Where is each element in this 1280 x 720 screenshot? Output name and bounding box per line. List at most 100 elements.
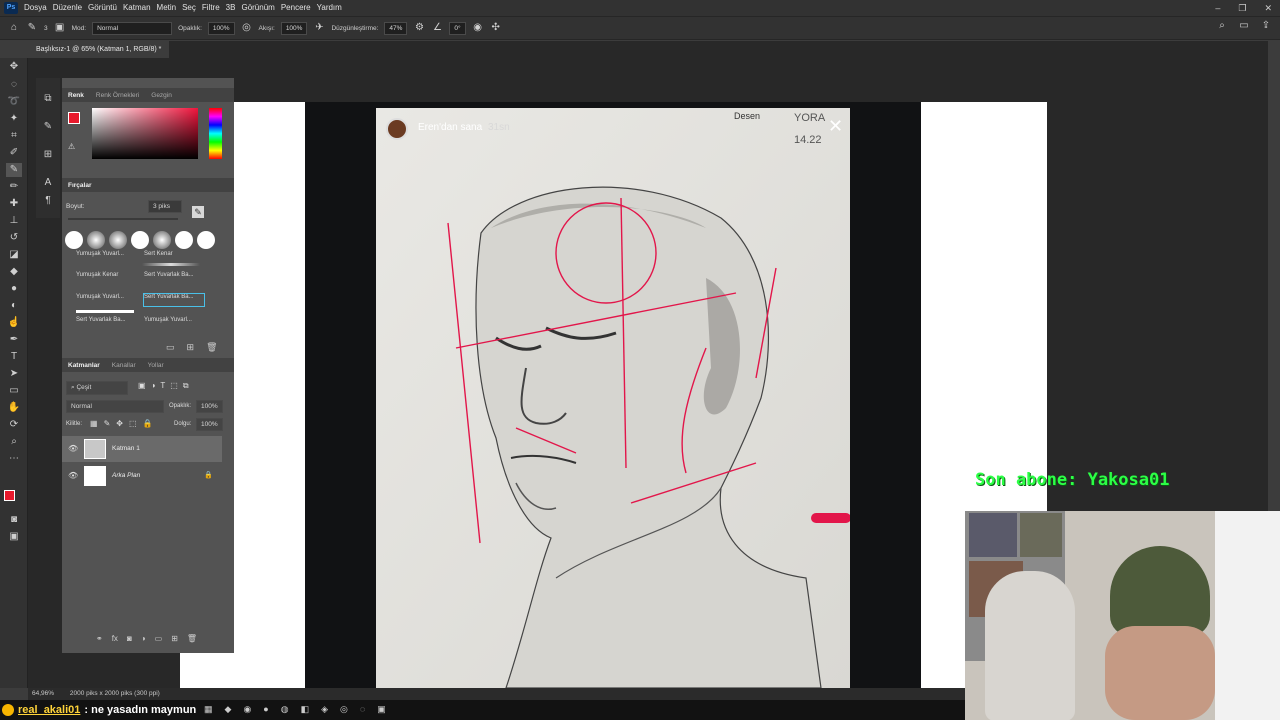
brush-tool-icon[interactable]: ✎ bbox=[26, 22, 38, 34]
layer-name[interactable]: Arka Plan bbox=[112, 472, 140, 479]
lock-artboard-icon[interactable]: ⬚ bbox=[129, 419, 137, 428]
link-layers-icon[interactable]: ⚭ bbox=[96, 634, 103, 643]
eyedropper-icon[interactable]: ✐ bbox=[6, 146, 22, 160]
obs-icon[interactable]: ◎ bbox=[340, 704, 348, 715]
menu-image[interactable]: Görüntü bbox=[88, 0, 123, 16]
flow-field[interactable]: 100% bbox=[280, 21, 308, 35]
search-icon[interactable]: ⌕ bbox=[1216, 20, 1228, 32]
dodge-icon[interactable]: ◐ bbox=[6, 299, 22, 313]
hue-slider[interactable] bbox=[209, 108, 222, 159]
shape-filter-icon[interactable]: ⬚ bbox=[170, 381, 178, 391]
smoothing-field[interactable]: 47% bbox=[384, 21, 408, 35]
brush-tip[interactable] bbox=[175, 231, 193, 249]
adjustment-filter-icon[interactable]: ◑ bbox=[151, 381, 156, 391]
photoshop-logo-icon[interactable]: Ps bbox=[4, 2, 18, 14]
brush-tip[interactable] bbox=[131, 231, 149, 249]
zoom-level[interactable]: 64,96% bbox=[32, 690, 54, 697]
new-layer-icon[interactable]: ⊞ bbox=[171, 634, 178, 643]
healing-icon[interactable]: ✚ bbox=[6, 197, 22, 211]
photoshop-icon[interactable]: ▣ bbox=[377, 704, 386, 715]
clone-source-panel-icon[interactable]: ⊞ bbox=[40, 148, 56, 162]
rotate-view-icon[interactable]: ⟳ bbox=[6, 418, 22, 432]
explorer-icon[interactable]: ▦ bbox=[204, 704, 213, 715]
shape-icon[interactable]: ▭ bbox=[6, 384, 22, 398]
mask-icon[interactable]: ◙ bbox=[127, 634, 132, 643]
menu-3d[interactable]: 3B bbox=[226, 0, 242, 16]
tab-channels[interactable]: Kanallar bbox=[112, 362, 136, 369]
smart-filter-icon[interactable]: ⧉ bbox=[183, 381, 189, 391]
new-brush-icon[interactable]: ✎ bbox=[192, 206, 204, 218]
lock-all-icon[interactable]: 🔒 bbox=[143, 419, 153, 428]
workspace-icon[interactable]: ▭ bbox=[1238, 20, 1250, 32]
close-button[interactable]: ✕ bbox=[1264, 3, 1272, 14]
spotify-icon[interactable]: ● bbox=[263, 704, 268, 715]
new-icon[interactable]: ⊞ bbox=[187, 342, 195, 353]
path-select-icon[interactable]: ➤ bbox=[6, 367, 22, 381]
screen-mode-icon[interactable]: ▣ bbox=[6, 530, 22, 544]
eye-icon[interactable]: 👁 bbox=[68, 444, 78, 453]
type-filter-icon[interactable]: T bbox=[160, 381, 165, 391]
brush-preset-name[interactable]: Yumuşak Kenar bbox=[76, 272, 118, 284]
fx-icon[interactable]: fx bbox=[112, 634, 118, 643]
discord-icon[interactable]: ◍ bbox=[281, 704, 289, 715]
home-icon[interactable]: ⌂ bbox=[8, 22, 20, 34]
lock-transparent-icon[interactable]: ▦ bbox=[90, 419, 98, 428]
eraser-icon[interactable]: ◪ bbox=[6, 248, 22, 262]
lasso-tool-icon[interactable]: ➰ bbox=[6, 95, 22, 109]
layer-name[interactable]: Katman 1 bbox=[112, 445, 140, 452]
brush-tool-active-icon[interactable]: ✎ bbox=[6, 163, 22, 177]
foreground-color-swatch[interactable] bbox=[4, 490, 15, 501]
brush-tip[interactable] bbox=[153, 231, 171, 249]
document-tab[interactable]: Başlıksız-1 @ 65% (Katman 1, RGB/8) * bbox=[28, 41, 170, 58]
brush-settings-icon[interactable]: ▣ bbox=[54, 22, 66, 34]
pressure-size-icon[interactable]: ◉ bbox=[472, 22, 484, 34]
app-icon[interactable]: ◈ bbox=[321, 704, 328, 715]
mode-select[interactable]: Normal bbox=[92, 21, 173, 35]
history-brush-icon[interactable]: ↺ bbox=[6, 231, 22, 245]
menu-window[interactable]: Pencere bbox=[281, 0, 317, 16]
menu-select[interactable]: Seç bbox=[182, 0, 202, 16]
marquee-tool-icon[interactable]: ◌ bbox=[6, 78, 22, 92]
smudge-icon[interactable]: ☝ bbox=[6, 316, 22, 330]
type-icon[interactable]: T bbox=[6, 350, 22, 364]
folder-icon[interactable]: ▭ bbox=[166, 342, 175, 353]
symmetry-icon[interactable]: ✣ bbox=[490, 22, 502, 34]
zoom-icon[interactable]: ⌕ bbox=[6, 435, 22, 449]
tab-color[interactable]: Renk bbox=[68, 92, 84, 99]
menu-layer[interactable]: Katman bbox=[123, 0, 157, 16]
brush-preset-name-selected[interactable]: Sert Yuvarlak Ba... bbox=[143, 293, 205, 307]
layer-row[interactable]: 👁 Arka Plan 🔒 bbox=[62, 463, 222, 489]
paragraph-panel-icon[interactable]: ¶ bbox=[40, 194, 56, 208]
fill-field[interactable]: 100% bbox=[196, 418, 223, 431]
layer-opacity-field[interactable]: 100% bbox=[196, 400, 223, 413]
move-tool-icon[interactable]: ✥ bbox=[6, 60, 22, 74]
brush-settings-panel-icon[interactable]: ✎ bbox=[40, 120, 56, 134]
menu-type[interactable]: Metin bbox=[157, 0, 183, 16]
minimize-button[interactable]: – bbox=[1215, 3, 1220, 13]
blend-mode-select[interactable]: Normal bbox=[66, 400, 164, 413]
color-field[interactable] bbox=[92, 108, 198, 159]
menu-file[interactable]: Dosya bbox=[24, 0, 53, 16]
history-panel-icon[interactable]: ⧉ bbox=[40, 92, 56, 106]
character-panel-icon[interactable]: A bbox=[40, 176, 56, 190]
tab-layers[interactable]: Katmanlar bbox=[68, 362, 100, 369]
opacity-field[interactable]: 100% bbox=[207, 21, 235, 35]
lock-position-icon[interactable]: ✥ bbox=[116, 419, 123, 428]
brush-preset-name[interactable]: Sert Yuvarlak Ba... bbox=[144, 272, 204, 284]
close-icon[interactable]: ✕ bbox=[828, 116, 843, 137]
whatsapp-icon[interactable]: ◌ bbox=[360, 704, 365, 715]
brush-preset-name[interactable]: Sert Yuvarlak Ba... bbox=[76, 317, 126, 329]
tab-paths[interactable]: Yollar bbox=[148, 362, 164, 369]
menu-edit[interactable]: Düzenle bbox=[53, 0, 88, 16]
delete-layer-icon[interactable]: 🗑 bbox=[187, 634, 197, 643]
trash-icon[interactable]: 🗑 bbox=[206, 342, 217, 353]
quick-select-icon[interactable]: ✦ bbox=[6, 112, 22, 126]
gear-icon[interactable]: ⚙ bbox=[413, 22, 425, 34]
group-icon[interactable]: ▭ bbox=[155, 634, 163, 643]
brush-size-field[interactable]: 3 piks bbox=[148, 200, 182, 213]
restore-button[interactable]: ❐ bbox=[1238, 3, 1246, 14]
lock-pixels-icon[interactable]: ✎ bbox=[104, 419, 111, 428]
eye-icon[interactable]: 👁 bbox=[68, 471, 78, 480]
gamut-warning-icon[interactable]: ⚠ bbox=[68, 142, 75, 151]
brush-preset-name[interactable]: Yumuşak Yuvarl... bbox=[144, 317, 204, 329]
